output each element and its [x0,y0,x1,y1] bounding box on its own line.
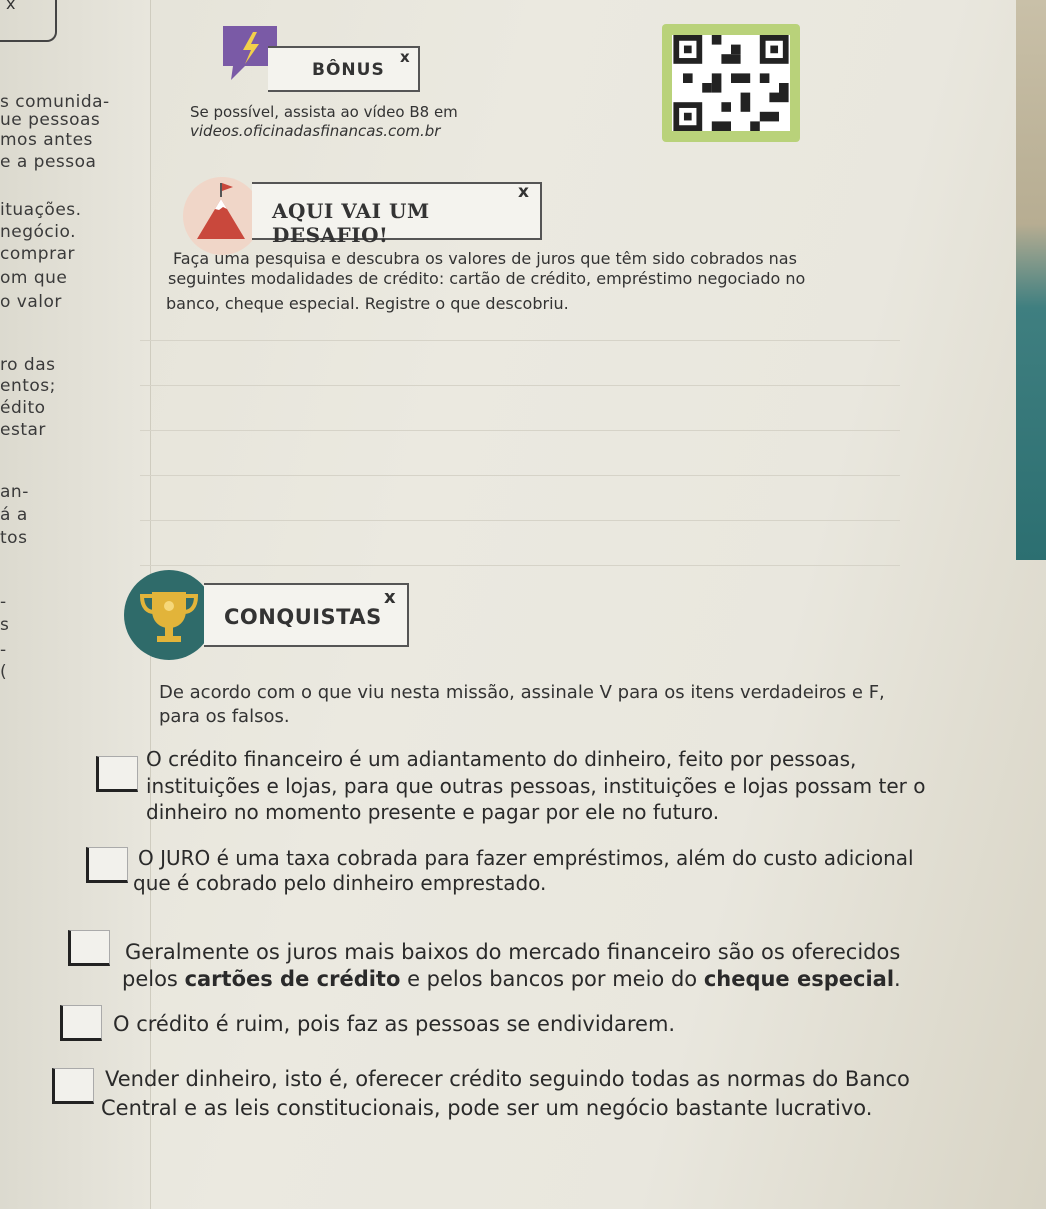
instructions-line-2: para os falsos. [159,706,290,727]
prev-text: á a [0,505,28,525]
bonus-header: BÔNUS x [268,46,420,92]
instructions-line-1: De acordo com o que viu nesta missão, as… [159,682,885,703]
item-3-text: . [894,967,901,991]
prev-text: comprar [0,244,75,264]
qr-code[interactable] [662,24,800,142]
bonus-line-1: Se possível, assista ao vídeo B8 em [190,103,458,121]
prev-text: estar [0,420,46,440]
item-3-bold-overdraft: cheque especial [703,967,895,991]
item-4-line-1: O crédito é ruim, pois faz as pessoas se… [113,1012,676,1036]
answer-line[interactable] [140,430,900,431]
prev-text: negócio. [0,222,77,242]
prev-text: - [0,592,7,612]
item-3-bold-credit-cards: cartões de crédito [184,967,401,991]
close-icon[interactable]: x [384,587,396,608]
item-1-line-3: dinheiro no momento presente e pagar por… [146,800,720,824]
close-icon: x [6,0,16,13]
item-2-line-1: O JURO é uma taxa cobrada para fazer emp… [138,846,914,870]
prev-text: ituações. [0,200,82,220]
challenge-line-3: banco, cheque especial. Registre o que d… [166,294,569,313]
answer-line[interactable] [140,520,900,521]
challenge-line-1: Faça uma pesquisa e descubra os valores … [173,249,797,268]
prev-text: ( [0,662,8,682]
answer-line[interactable] [140,340,900,341]
prev-text: mos antes [0,130,93,150]
checkbox-item-5[interactable] [52,1068,94,1104]
item-3-text: e pelos bancos por meio do [400,967,704,991]
prev-text: ro das [0,355,56,375]
item-1-line-2: instituições e lojas, para que outras pe… [146,774,926,798]
close-icon[interactable]: x [400,48,410,66]
prev-text: s [0,615,10,635]
prev-text: entos; [0,376,56,396]
item-3-line-2: pelos cartões de crédito e pelos bancos … [122,967,901,991]
prev-text: om que [0,268,68,288]
item-3-line-1: Geralmente os juros mais baixos do merca… [125,940,901,964]
challenge-line-2: seguintes modalidades de crédito: cartão… [168,269,806,288]
checkbox-item-2[interactable] [86,847,128,883]
prev-text: e a pessoa [0,152,97,172]
answer-line[interactable] [140,565,900,566]
challenge-title: AQUI VAI UM DESAFIO! [272,199,430,247]
checkbox-item-1[interactable] [96,756,138,792]
checkbox-item-3[interactable] [68,930,110,966]
qr-code-icon [672,35,790,131]
item-1-line-1: O crédito financeiro é um adiantamento d… [146,747,857,771]
bonus-url[interactable]: videos.oficinadasfinancas.com.br [190,122,440,140]
item-2-line-2: que é cobrado pelo dinheiro emprestado. [133,871,547,895]
checkbox-item-4[interactable] [60,1005,102,1041]
page-edge-decoration [1016,0,1046,560]
item-3-text: pelos [122,967,185,991]
mountain-icon [183,177,261,255]
achievements-title: CONQUISTAS [224,605,382,629]
challenge-header: AQUI VAI UM DESAFIO! x [252,182,542,247]
prev-text: - [0,640,7,660]
item-5-line-2: Central e as leis constitucionais, pode … [101,1096,873,1120]
prev-text: tos [0,528,28,548]
prev-text: édito [0,398,46,418]
close-icon[interactable]: x [518,182,529,202]
bonus-title: BÔNUS [312,60,385,80]
item-5-line-1: Vender dinheiro, isto é, oferecer crédit… [105,1067,910,1091]
prev-text: s comunida- [0,92,110,112]
achievements-header: CONQUISTAS x [204,583,409,647]
prev-text: an- [0,482,29,502]
prev-text: ue pessoas [0,110,101,130]
answer-line[interactable] [140,475,900,476]
trophy-icon [124,570,214,660]
answer-line[interactable] [140,385,900,386]
prev-text: o valor [0,292,62,312]
corner-tab: x [0,0,57,42]
